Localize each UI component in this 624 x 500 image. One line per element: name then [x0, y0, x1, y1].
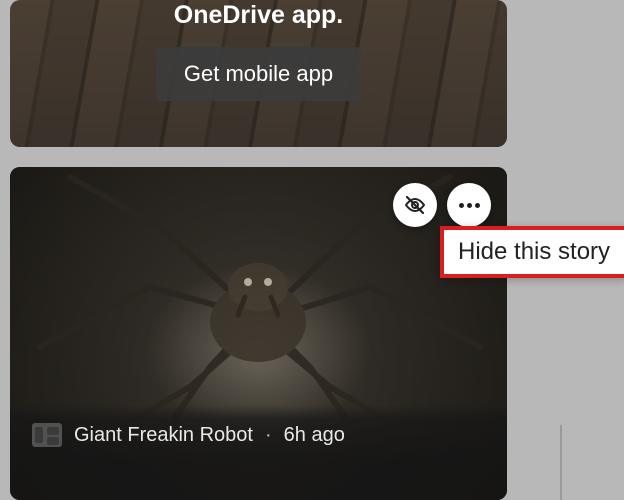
hide-story-button[interactable] [393, 183, 437, 227]
onedrive-promo-card: OneDrive app. Get mobile app [10, 0, 507, 147]
promo-line-text: OneDrive app. [174, 1, 344, 29]
story-timestamp: 6h ago [284, 424, 345, 447]
tooltip-text: Hide this story [458, 238, 610, 265]
story-info-overlay: Giant Freakin Robot · 6h ago [10, 405, 507, 500]
hide-icon [403, 193, 427, 217]
get-mobile-app-button[interactable]: Get mobile app [156, 47, 361, 101]
more-icon [459, 203, 480, 208]
meta-separator: · [265, 424, 272, 447]
story-action-buttons [393, 183, 491, 227]
hide-story-tooltip: Hide this story [440, 226, 624, 278]
news-story-card[interactable]: Giant Freakin Robot · 6h ago [10, 167, 507, 500]
publisher-icon [32, 423, 62, 447]
scrollbar-track[interactable] [560, 425, 562, 500]
publisher-name: Giant Freakin Robot [74, 424, 253, 447]
story-meta: Giant Freakin Robot · 6h ago [32, 423, 485, 447]
promo-text: OneDrive app. [174, 0, 344, 31]
more-options-button[interactable] [447, 183, 491, 227]
